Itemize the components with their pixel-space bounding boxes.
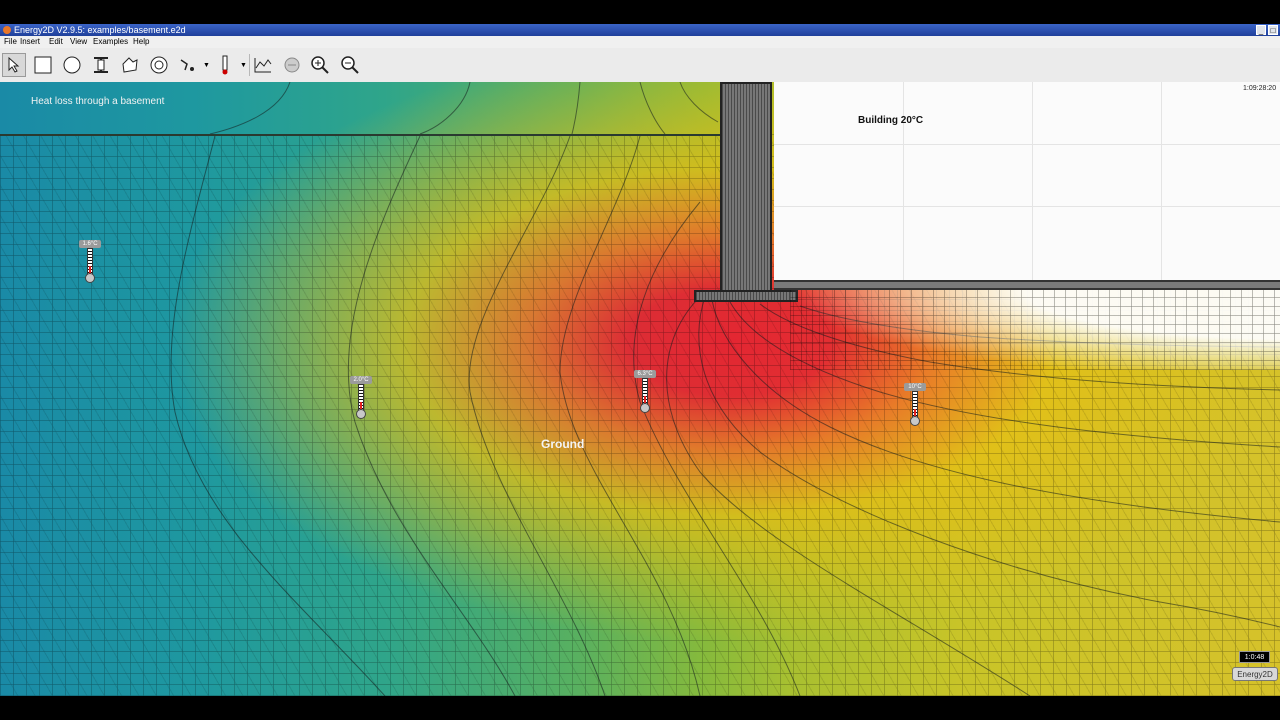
under-slab-region	[790, 290, 1280, 370]
basement-wall[interactable]	[720, 82, 772, 294]
app-icon	[3, 26, 11, 34]
mesh-overlay	[790, 290, 1280, 370]
minimize-button[interactable]: _	[1256, 25, 1266, 35]
toolbar: ▼ ▼	[0, 48, 1280, 83]
building-interior[interactable]	[774, 82, 1280, 280]
i-beam-icon[interactable]	[89, 53, 113, 77]
floor-slab[interactable]	[774, 280, 1280, 290]
simulation-canvas[interactable]: Heat loss through a basement Building 20…	[0, 82, 1280, 696]
wall-footing[interactable]	[694, 290, 798, 302]
chevron-down-icon[interactable]: ▼	[203, 62, 210, 69]
thermometer-bulb	[640, 403, 650, 413]
heat-flux-icon[interactable]	[280, 53, 304, 77]
grid-line	[774, 206, 1280, 207]
thermometer-bulb	[910, 416, 920, 426]
sensor-reading: 1.6°C	[79, 240, 101, 248]
simulation-title[interactable]: Heat loss through a basement	[31, 96, 164, 107]
chevron-down-icon[interactable]: ▼	[240, 62, 247, 69]
menu-edit[interactable]: Edit	[49, 36, 63, 48]
title-bar: Energy2D V2.9.5: examples/basement.e2d _…	[0, 24, 1280, 36]
ground-label[interactable]: Ground	[541, 437, 584, 451]
zoom-out-icon[interactable]	[338, 53, 362, 77]
thermometer-sensor-4[interactable]: 10°C	[903, 383, 927, 427]
energy2d-logo: Energy2D	[1232, 667, 1278, 681]
thermometer-sensor-3[interactable]: 6.3°C	[633, 370, 657, 414]
grid-line	[1161, 82, 1162, 280]
menu-view[interactable]: View	[70, 36, 87, 48]
grid-line	[1032, 82, 1033, 280]
rectangle-icon[interactable]	[31, 53, 55, 77]
menu-insert[interactable]: Insert	[20, 36, 40, 48]
letterbox-bottom	[0, 696, 1280, 720]
thermometer-sensor-1[interactable]: 1.6°C	[78, 240, 102, 284]
sensor-reading: 10°C	[904, 383, 926, 391]
thermometer-bulb	[85, 273, 95, 283]
thermometer-sensor-2[interactable]: 2.0°C	[349, 376, 373, 420]
building-label[interactable]: Building 20°C	[858, 115, 923, 126]
menu-bar: File Insert Edit View Examples Help	[0, 36, 1280, 48]
sensor-reading: 2.0°C	[350, 376, 372, 384]
thermometer-icon[interactable]	[213, 53, 237, 77]
grid-line	[903, 82, 904, 280]
ellipse-icon[interactable]	[60, 53, 84, 77]
polygon-icon[interactable]	[118, 53, 142, 77]
toolbar-separator	[249, 54, 250, 76]
menu-file[interactable]: File	[4, 36, 17, 48]
blob-icon[interactable]	[147, 53, 171, 77]
maximize-button[interactable]: □	[1268, 25, 1278, 35]
sim-clock: 1:0:48	[1239, 651, 1270, 663]
select-arrow-icon[interactable]	[2, 53, 26, 77]
grid-line	[774, 144, 1280, 145]
window-title: Energy2D V2.9.5: examples/basement.e2d	[14, 25, 186, 35]
graph-icon[interactable]	[251, 53, 275, 77]
elapsed-time-readout: 1:09:28:20	[1243, 85, 1277, 92]
thermometer-bulb	[356, 409, 366, 419]
menu-help[interactable]: Help	[133, 36, 149, 48]
zoom-in-icon[interactable]	[308, 53, 332, 77]
sensor-reading: 6.3°C	[634, 370, 656, 378]
heliostat-icon[interactable]	[176, 53, 200, 77]
ground-surface-line	[0, 134, 720, 136]
menu-examples[interactable]: Examples	[93, 36, 128, 48]
